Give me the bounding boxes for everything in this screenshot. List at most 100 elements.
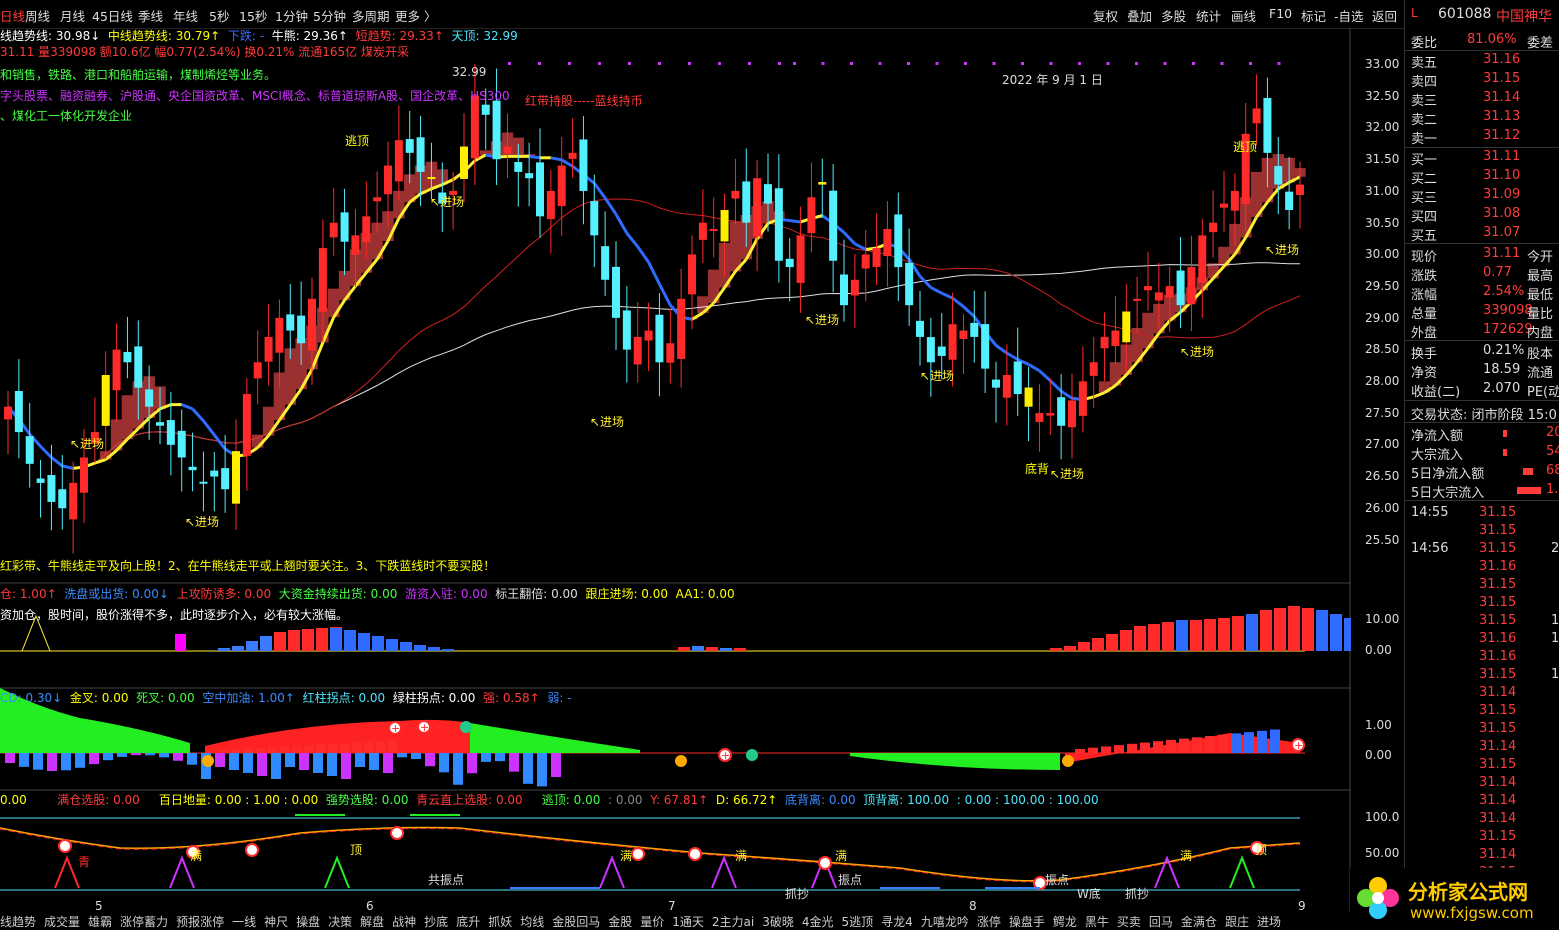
formula-tab[interactable]: 涨停	[977, 915, 1001, 929]
tool-fuquan[interactable]: 复权	[1093, 6, 1118, 25]
tool-fanhui[interactable]: 返回	[1372, 6, 1397, 25]
sub1-bar	[1064, 646, 1076, 651]
formula-tab[interactable]: 寻龙4	[881, 915, 913, 929]
formula-tab[interactable]: 金股	[608, 915, 632, 929]
formula-tab[interactable]: 黑牛	[1085, 915, 1109, 929]
formula-tab[interactable]: 回马	[1149, 915, 1173, 929]
tab-week[interactable]: 周线	[25, 6, 50, 25]
kdj-label: 抓抄	[1125, 887, 1149, 901]
tab-multi[interactable]: 多周期	[352, 6, 390, 25]
chart-canvas[interactable]: ↖进场 ↖进场 ↖进场 ↖进场 ↖进场 ↖进场 ↖进场 ↖进场 ↖进场 + + + + 青 满 顶 满 满 满 满…	[0, 28, 1351, 913]
formula-tab[interactable]: 底升	[456, 915, 480, 929]
formula-tab[interactable]: 2主力ai	[712, 915, 754, 929]
tab-year[interactable]: 年线	[173, 6, 198, 25]
trend-line-segment	[39, 445, 53, 459]
candle-body	[916, 320, 924, 337]
kdj-peak-icon	[324, 855, 350, 889]
formula-tab[interactable]: 成交量	[44, 915, 80, 929]
candle-body	[546, 190, 555, 220]
macd-bar	[280, 746, 289, 753]
tab-more[interactable]: 更多 〉	[395, 6, 436, 25]
tick-row: 31.16 1	[1479, 631, 1559, 646]
macd-bar	[257, 753, 267, 776]
formula-tab[interactable]: 3破晓	[762, 915, 794, 929]
candle-body	[47, 475, 56, 502]
formula-tab[interactable]: 1通天	[672, 915, 704, 929]
formula-tab[interactable]: 量价	[640, 915, 664, 929]
formula-tab[interactable]: 跟庄	[1225, 915, 1249, 929]
formula-tab[interactable]: 操盘	[296, 915, 320, 929]
formula-tab[interactable]: 神尺	[264, 915, 288, 929]
macd-bar	[1101, 746, 1111, 753]
candle-body	[1078, 381, 1087, 416]
tool-duogu[interactable]: 多股	[1161, 6, 1186, 25]
formula-tab[interactable]: 买卖	[1117, 915, 1141, 929]
candle-body	[286, 314, 295, 331]
price-tick: 25.50	[1365, 532, 1400, 547]
tab-15s[interactable]: 15秒	[239, 6, 267, 25]
formula-tab[interactable]: 操盘手	[1009, 915, 1045, 929]
formula-tab[interactable]: 5逃顶	[842, 915, 874, 929]
tab-1min[interactable]: 1分钟	[275, 6, 308, 25]
formula-tab[interactable]: 解盘	[360, 915, 384, 929]
formula-tab[interactable]: 金满仓	[1181, 915, 1217, 929]
trend-line-segment	[1027, 363, 1041, 373]
tool-tongji[interactable]: 统计	[1196, 6, 1221, 25]
candle-body	[394, 140, 403, 182]
sub1-bar	[1204, 619, 1216, 651]
tab-month[interactable]: 月线	[60, 6, 85, 25]
tool-huaxian[interactable]: 画线	[1231, 6, 1256, 25]
candle-body	[807, 197, 816, 234]
tab-quarter[interactable]: 季线	[138, 6, 163, 25]
top-marker	[1277, 62, 1281, 65]
candle-body	[275, 317, 284, 353]
macd-bar	[145, 753, 155, 756]
sub2-legend-a: CD: 0.30↓	[0, 691, 63, 705]
macd-bar	[1192, 737, 1202, 753]
formula-tab[interactable]: 抄底	[424, 915, 448, 929]
tab-5s[interactable]: 5秒	[209, 6, 229, 25]
top-marker	[793, 62, 796, 65]
formula-tab[interactable]: 进场	[1257, 915, 1281, 929]
candle-body	[1122, 311, 1131, 343]
formula-tab[interactable]: 战神	[392, 915, 416, 929]
tool-biaoji[interactable]: 标记	[1301, 6, 1326, 25]
formula-tab[interactable]: 线趋势	[0, 915, 36, 929]
formula-tab[interactable]: 决策	[328, 915, 352, 929]
formula-tab[interactable]: 4金光	[802, 915, 834, 929]
tool-diejia[interactable]: 叠加	[1127, 6, 1152, 25]
tab-5min[interactable]: 5分钟	[313, 6, 346, 25]
formula-tab[interactable]: 九嘻龙吟	[921, 915, 969, 929]
tab-45day[interactable]: 45日线	[92, 6, 133, 25]
trend-line-segment	[1038, 369, 1052, 382]
tick-row: 31.14	[1479, 811, 1517, 826]
tool-f10[interactable]: F10	[1269, 6, 1292, 21]
macd-bar	[33, 753, 43, 770]
candle-body	[557, 165, 566, 207]
formula-tab[interactable]: 一线	[232, 915, 256, 929]
top-marker	[568, 62, 571, 65]
candle-body	[536, 162, 544, 217]
candle-body	[655, 314, 664, 363]
formula-tab[interactable]: 涨停蓄力	[120, 915, 168, 929]
trend-line-segment	[930, 286, 943, 295]
formula-tab[interactable]: 鳄龙	[1053, 915, 1077, 929]
candle-body	[481, 104, 490, 115]
formula-tab[interactable]: 抓妖	[488, 915, 512, 929]
top-marker	[1021, 62, 1024, 65]
formula-tab[interactable]: 预报涨停	[176, 915, 224, 929]
macd-bar	[299, 753, 309, 770]
formula-tab[interactable]: 雄霸	[88, 915, 112, 929]
tool-zixuan[interactable]: -自选	[1334, 6, 1364, 25]
trend-line-segment	[854, 242, 867, 251]
candle-body	[829, 190, 838, 261]
formula-tab[interactable]: 金股回马	[552, 915, 600, 929]
ask-row: 卖五 31.16	[1411, 52, 1521, 71]
high-price-label: 32.99	[452, 65, 487, 79]
ask-row: 卖二 31.13	[1411, 109, 1521, 128]
formula-tab[interactable]: 均线	[520, 915, 544, 929]
candle-body	[1198, 235, 1207, 283]
sub1-bar	[1344, 618, 1351, 651]
tab-day[interactable]: 日线	[0, 6, 25, 25]
tick-row: 31.16	[1479, 649, 1517, 664]
